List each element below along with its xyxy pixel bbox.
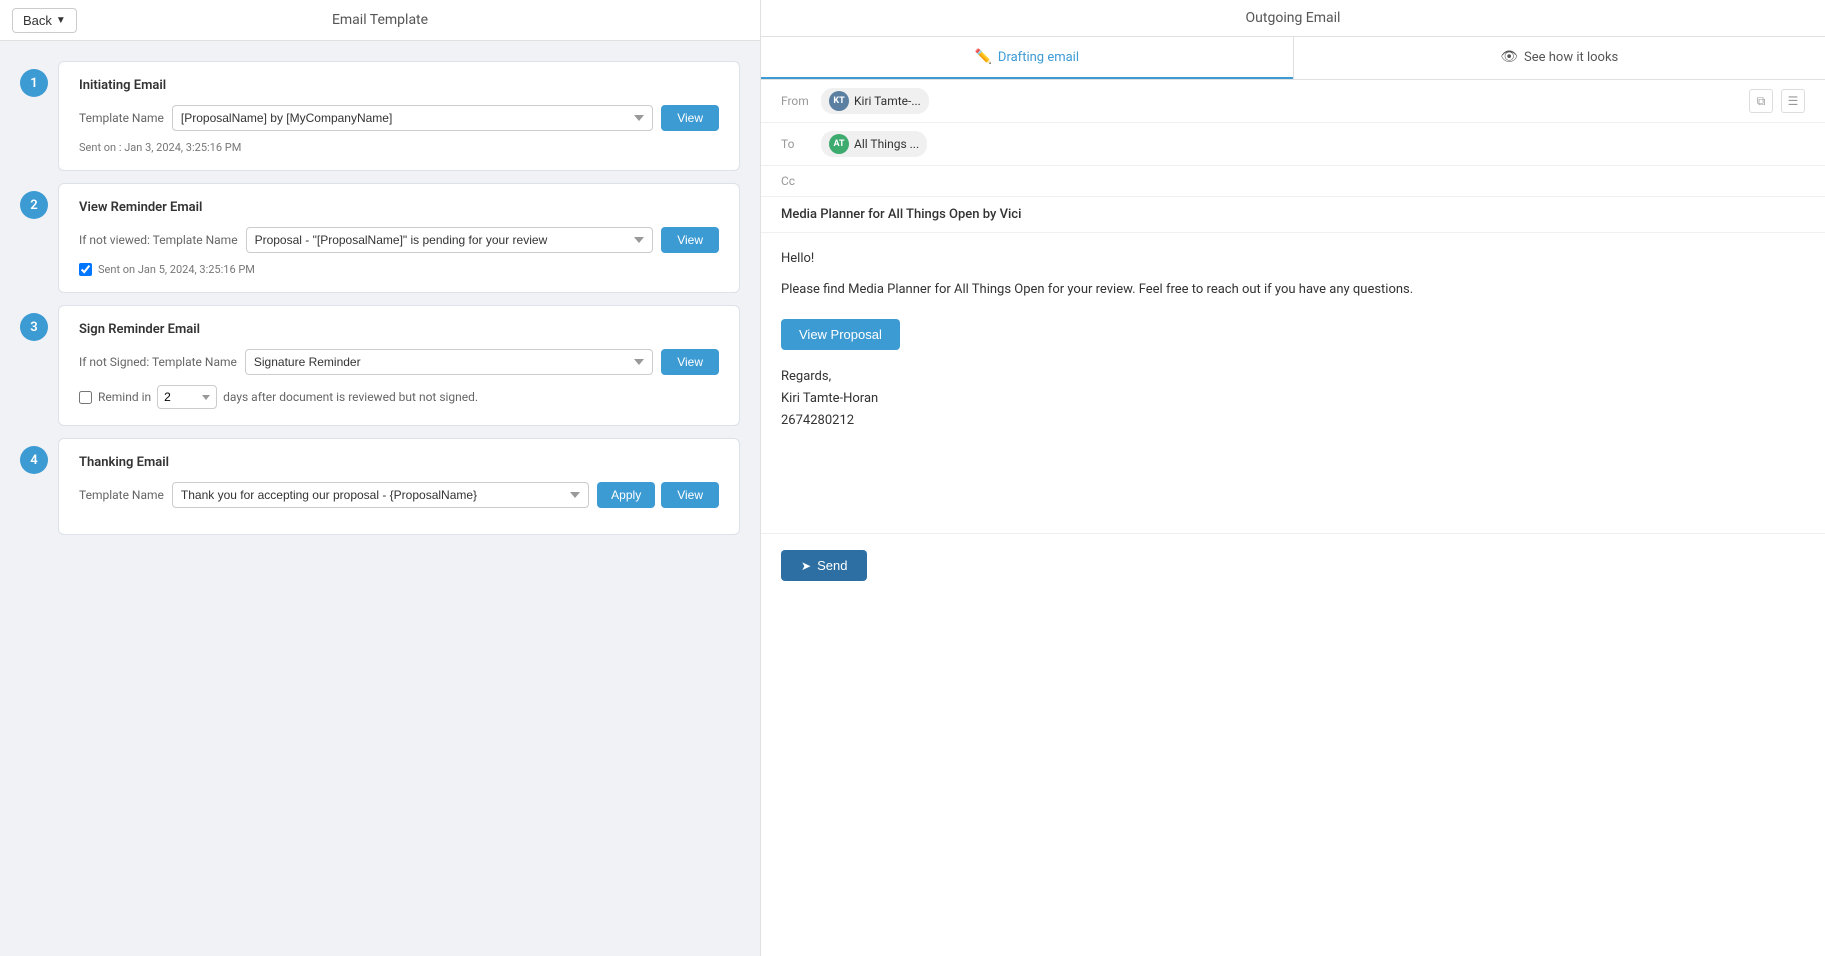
step-4-view-button[interactable]: View [661, 482, 719, 508]
step-2-wrapper: 2 View Reminder Email If not viewed: Tem… [20, 183, 740, 293]
step-4-wrapper: 4 Thanking Email Template Name Thank you… [20, 438, 740, 535]
send-row: ➤ Send [761, 533, 1825, 597]
email-body: Hello! Please find Media Planner for All… [761, 233, 1825, 533]
from-name: Kiri Tamte-... [854, 94, 921, 108]
page-title: Email Template [332, 12, 428, 28]
step-2-template-select[interactable]: Proposal - "[ProposalName]" is pending f… [246, 227, 654, 253]
email-cc-field: Cc [761, 166, 1825, 197]
step-3-card: Sign Reminder Email If not Signed: Templ… [58, 305, 740, 426]
drafting-icon: ✏️ [974, 49, 991, 65]
step-4-template-select[interactable]: Thank you for accepting our proposal - {… [172, 482, 589, 508]
to-chip: AT All Things ... [821, 131, 927, 157]
preview-icon: 👁 [1500, 49, 1518, 65]
step-3-view-button[interactable]: View [661, 349, 719, 375]
back-button[interactable]: Back ▼ [12, 8, 77, 33]
chevron-down-icon: ▼ [56, 15, 66, 26]
right-title: Outgoing Email [1246, 10, 1341, 26]
step-3-number: 3 [20, 313, 48, 341]
step-2-number: 2 [20, 191, 48, 219]
tab-preview-label: See how it looks [1524, 50, 1618, 65]
email-tabs: ✏️ Drafting email 👁 See how it looks [761, 37, 1825, 80]
email-greeting: Hello! [781, 249, 1805, 270]
step-3-remind-select[interactable]: 2 [157, 385, 217, 409]
step-4-template-label: Template Name [79, 488, 164, 502]
send-icon: ➤ [801, 559, 811, 573]
signature-name: Kiri Tamte-Horan [781, 388, 1805, 410]
step-2-view-button[interactable]: View [661, 227, 719, 253]
step-4-card: Thanking Email Template Name Thank you f… [58, 438, 740, 535]
email-subject: Media Planner for All Things Open by Vic… [761, 197, 1825, 233]
step-3-wrapper: 3 Sign Reminder Email If not Signed: Tem… [20, 305, 740, 426]
copy-icon-1[interactable]: ⧉ [1749, 89, 1773, 113]
step-3-title: Sign Reminder Email [79, 322, 719, 337]
step-1-template-label: Template Name [79, 111, 164, 125]
step-3-template-label: If not Signed: Template Name [79, 355, 237, 369]
to-label: To [781, 137, 821, 151]
from-label: From [781, 94, 821, 108]
from-avatar: KT [829, 91, 849, 111]
step-1-card: Initiating Email Template Name [Proposal… [58, 61, 740, 171]
step-2-card: View Reminder Email If not viewed: Templ… [58, 183, 740, 293]
email-paragraph: Please find Media Planner for All Things… [781, 280, 1805, 301]
email-content: From KT Kiri Tamte-... ⧉ ☰ To AT [761, 80, 1825, 956]
to-name: All Things ... [854, 137, 919, 151]
from-chip: KT Kiri Tamte-... [821, 88, 929, 114]
tab-drafting-label: Drafting email [998, 50, 1079, 65]
tab-preview[interactable]: 👁 See how it looks [1294, 37, 1825, 79]
step-2-title: View Reminder Email [79, 200, 719, 215]
step-1-wrapper: 1 Initiating Email Template Name [Propos… [20, 61, 740, 171]
step-2-checkbox[interactable] [79, 263, 92, 276]
tab-drafting[interactable]: ✏️ Drafting email [761, 37, 1293, 79]
step-3-checkbox[interactable] [79, 391, 92, 404]
step-4-title: Thanking Email [79, 455, 719, 470]
signature-phone: 2674280212 [781, 410, 1805, 432]
to-avatar: AT [829, 134, 849, 154]
step-1-number: 1 [20, 69, 48, 97]
back-label: Back [23, 13, 52, 28]
email-to-field: To AT All Things ... [761, 123, 1825, 166]
cc-label: Cc [781, 174, 821, 188]
step-1-template-select[interactable]: [ProposalName] by [MyCompanyName] [172, 105, 653, 131]
step-1-view-button[interactable]: View [661, 105, 719, 131]
step-1-sent-info: Sent on : Jan 3, 2024, 3:25:16 PM [79, 141, 719, 154]
copy-icon-2[interactable]: ☰ [1781, 89, 1805, 113]
send-label: Send [817, 558, 847, 573]
right-header: Outgoing Email [761, 0, 1825, 37]
step-4-number: 4 [20, 446, 48, 474]
email-signature: Regards, Kiri Tamte-Horan 2674280212 [781, 366, 1805, 432]
send-button[interactable]: ➤ Send [781, 550, 867, 581]
view-proposal-button[interactable]: View Proposal [781, 319, 900, 350]
step-4-apply-button[interactable]: Apply [597, 482, 655, 508]
signature-regards: Regards, [781, 366, 1805, 388]
step-1-title: Initiating Email [79, 78, 719, 93]
step-2-template-label: If not viewed: Template Name [79, 233, 238, 247]
step-2-checkbox-label: Sent on Jan 5, 2024, 3:25:16 PM [98, 263, 255, 276]
step-3-remind-suffix: days after document is reviewed but not … [223, 390, 478, 404]
step-3-remind-label: Remind in [98, 390, 151, 404]
email-from-field: From KT Kiri Tamte-... ⧉ ☰ [761, 80, 1825, 123]
step-3-template-select[interactable]: Signature Reminder [245, 349, 653, 375]
